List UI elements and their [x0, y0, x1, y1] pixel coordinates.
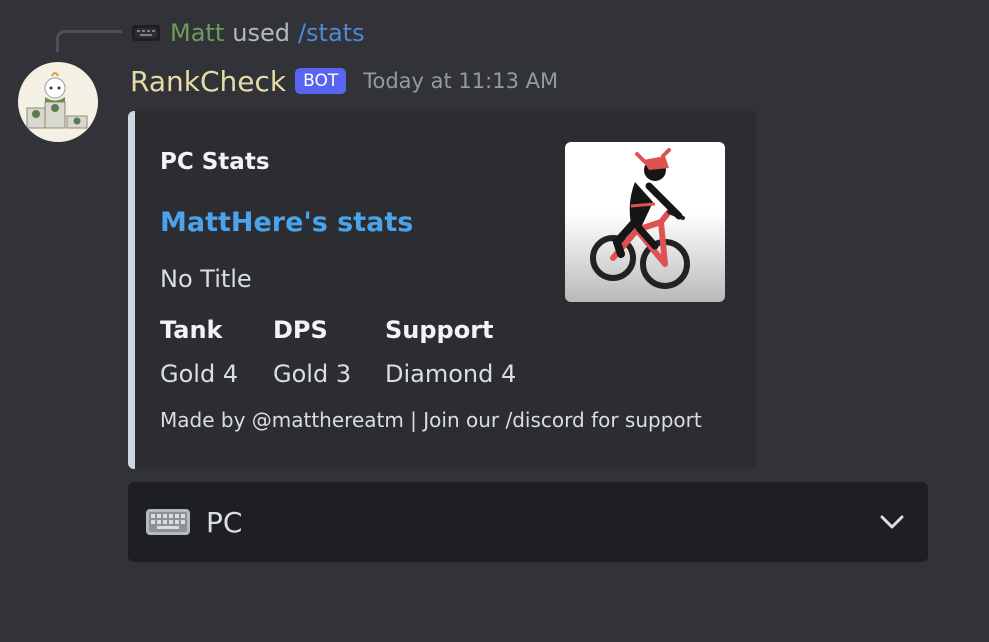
avatar[interactable]	[18, 62, 98, 142]
embed-description: No Title	[160, 265, 252, 293]
field-name: Support	[385, 316, 494, 344]
cyclist-icon	[590, 148, 690, 289]
stats-embed: PC Stats MattHere's stats No Title Tank …	[128, 111, 756, 469]
message-header: RankCheck BOT Today at 11:13 AM	[130, 62, 558, 100]
embed-thumbnail[interactable]	[565, 142, 725, 302]
embed-footer: Made by @matthereatm | Join our /discord…	[160, 408, 702, 432]
chevron-down-icon[interactable]	[878, 512, 906, 532]
reply-used-text: used	[232, 19, 290, 47]
bot-badge: BOT	[295, 68, 347, 94]
field-value: Gold 3	[273, 360, 352, 388]
field-value: Gold 4	[160, 360, 239, 388]
keyboard-icon	[146, 509, 190, 535]
reply-username[interactable]: Matt	[170, 19, 224, 47]
field-value: Diamond 4	[385, 360, 517, 388]
reply-connector-line	[56, 30, 122, 52]
field-tank: Tank Gold 4	[160, 316, 238, 388]
embed-author: PC Stats	[160, 149, 270, 175]
podium-avatar-icon	[26, 72, 88, 129]
platform-select-menu[interactable]: PC	[128, 482, 928, 562]
field-name: Tank	[160, 316, 223, 344]
select-value: PC	[206, 505, 243, 539]
reply-command[interactable]: /stats	[298, 19, 365, 47]
reply-context[interactable]: Matt used /stats	[132, 18, 365, 48]
message-timestamp[interactable]: Today at 11:13 AM	[363, 69, 558, 93]
field-support: Support Diamond 4	[385, 316, 516, 388]
embed-title-link[interactable]: MattHere's stats	[160, 207, 413, 238]
keyboard-icon	[132, 25, 160, 41]
field-name: DPS	[273, 316, 328, 344]
bot-username[interactable]: RankCheck	[130, 65, 286, 98]
field-dps: DPS Gold 3	[273, 316, 351, 388]
